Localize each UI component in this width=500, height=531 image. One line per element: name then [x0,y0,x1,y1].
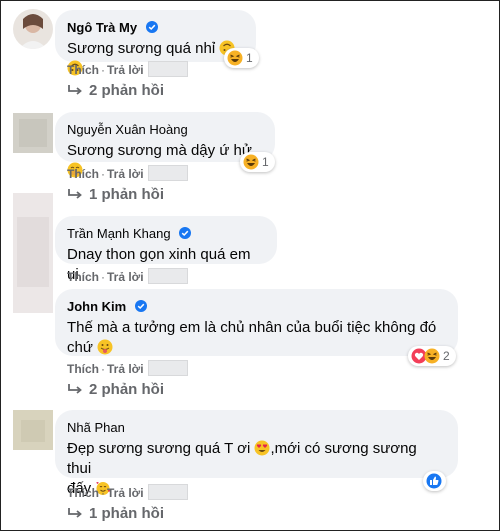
avatar-photo [13,410,53,450]
avatar-photo [13,113,53,153]
avatar[interactable] [13,113,53,153]
reaction-count: 1 [246,51,253,65]
reply-link[interactable]: Trả lời [107,486,144,500]
timestamp-redacted [147,484,188,500]
verified-badge-icon [145,21,158,33]
like-link[interactable]: Thích [67,63,99,77]
reply-arrow-icon [68,508,82,518]
avatar[interactable] [13,193,53,313]
comment-bubble: John Kim Thế mà a tưởng em là chủ nhân c… [55,289,458,356]
comment-author[interactable]: Nhã Phan [67,420,125,436]
comment-author[interactable]: Trần Mạnh Khang [67,226,171,242]
reply-arrow-icon [68,85,82,95]
reaction-summary[interactable]: 2 [408,346,456,366]
verified-badge-icon [134,300,147,312]
haha-reaction-icon [227,50,243,66]
comment-actions: Thích · Trả lời [67,268,188,284]
view-replies-link[interactable]: 2 phản hồi [67,381,164,398]
timestamp-redacted [147,268,188,284]
like-link[interactable]: Thích [67,486,99,500]
reaction-count: 1 [262,155,269,169]
view-replies-link[interactable]: 1 phản hồi [67,505,164,522]
view-replies-link[interactable]: 1 phản hồi [67,186,164,203]
haha-reaction-icon [243,154,259,170]
timestamp-redacted [147,165,188,181]
reaction-summary[interactable]: 1 [240,152,275,172]
comment-bubble: Trần Mạnh Khang Dnay thon gọn xinh quá e… [55,216,277,283]
tongue-out-emoji-icon [97,339,113,355]
like-link[interactable]: Thích [67,167,99,181]
reaction-summary[interactable]: 1 [224,48,259,68]
comment-author[interactable]: Nguyễn Xuân Hoàng [67,122,188,138]
avatar-photo [13,9,53,49]
haha-reaction-icon [424,348,440,364]
comment-actions: Thích · Trả lời [67,360,188,376]
comment-actions: Thích · Trả lời [67,165,188,181]
reply-arrow-icon [68,189,82,199]
reply-link[interactable]: Trả lời [107,362,144,376]
view-replies-link[interactable]: 2 phản hồi [67,82,164,99]
comment-author[interactable]: Ngô Trà My [67,20,137,36]
heart-eyes-emoji-icon [254,440,270,456]
comment-text: Thế mà a tưởng em là chủ nhân của buổi t… [67,319,437,356]
comment-author[interactable]: John Kim [67,299,126,315]
reply-link[interactable]: Trả lời [107,270,144,284]
verified-badge-icon [179,227,192,239]
reaction-count: 2 [443,349,450,363]
avatar[interactable] [13,410,53,450]
avatar[interactable] [13,9,53,49]
reply-link[interactable]: Trả lời [107,167,144,181]
comment-actions: Thích · Trả lời [67,484,188,500]
like-link[interactable]: Thích [67,270,99,284]
like-reaction-icon [426,473,442,489]
timestamp-redacted [147,61,188,77]
comment-actions: Thích · Trả lời [67,61,188,77]
comment-bubble: Nhã Phan Đẹp sương sương quá T ơi ,mới c… [55,410,458,497]
reaction-summary[interactable] [423,471,446,491]
avatar-photo [13,193,53,313]
like-link[interactable]: Thích [67,362,99,376]
reply-arrow-icon [68,384,82,394]
timestamp-redacted [147,360,188,376]
reply-link[interactable]: Trả lời [107,63,144,77]
